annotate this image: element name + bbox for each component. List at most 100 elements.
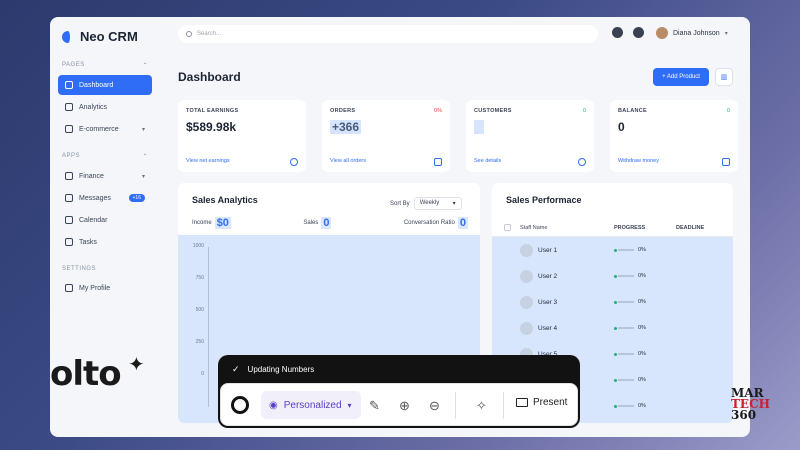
sort-select[interactable]: Weekly ▾: [413, 197, 462, 210]
status-text: Updating Numbers: [247, 365, 315, 374]
dollar-icon: [290, 158, 298, 166]
y-tick: 750: [195, 275, 204, 281]
search-input[interactable]: Search...: [178, 25, 598, 43]
user-icon: [65, 284, 73, 292]
olto-icon[interactable]: [231, 396, 249, 414]
col-progress[interactable]: PROGRESS: [614, 225, 645, 231]
sidebar-item-label: Analytics: [79, 103, 108, 111]
brand[interactable]: Neo CRM: [62, 29, 148, 44]
y-axis: [208, 247, 209, 407]
sidebar-item-label: Dashboard: [79, 81, 114, 89]
status-dot: [614, 248, 617, 252]
table-row[interactable]: User 2 0%: [492, 263, 733, 289]
stat-value: 0: [321, 217, 332, 229]
divider: [503, 392, 504, 419]
sidebar-item-label: Finance: [79, 172, 104, 180]
plus-circle-icon[interactable]: ⊕: [399, 398, 410, 414]
card-label: BALANCE: [618, 108, 647, 114]
sidebar-item-profile[interactable]: My Profile: [58, 278, 152, 298]
bar-chart-icon: ▥: [720, 74, 728, 81]
chevron-down-icon: ▾: [141, 126, 145, 133]
mode-dropdown[interactable]: ◉ Personalized ▾: [261, 391, 361, 419]
card-link[interactable]: Withdraw money: [618, 158, 659, 164]
minus-circle-icon[interactable]: ⊖: [429, 398, 440, 414]
sparkles-icon[interactable]: ✧: [476, 398, 487, 414]
table-header: Staff Name PROGRESS DEADLINE: [492, 219, 733, 237]
present-button[interactable]: Present: [516, 397, 567, 408]
collapse-icon[interactable]: ⌃: [142, 62, 148, 69]
avatar: [520, 243, 533, 257]
card-value: 0: [618, 120, 625, 134]
sidebar-item-label: E-commerce: [79, 125, 119, 133]
status-dot: [614, 352, 617, 356]
progress-bar: [618, 405, 634, 407]
avatar: [520, 295, 533, 309]
progress-bar: [618, 379, 634, 381]
card-value: +366: [330, 120, 362, 134]
staff-name: User 1: [538, 246, 558, 254]
sidebar-item-calendar[interactable]: Calendar: [58, 210, 152, 230]
card-link[interactable]: See details: [474, 158, 501, 164]
notification-icon[interactable]: [612, 27, 623, 38]
card-label: TOTAL EARNINGS: [186, 108, 239, 114]
avatar: [520, 269, 533, 283]
table-row[interactable]: User 4 0%: [492, 315, 733, 341]
stat-label: Income: [192, 220, 212, 226]
divider: [455, 392, 456, 419]
card-total-earnings: TOTAL EARNINGS $589.98k View net earning…: [178, 100, 306, 172]
progress-value: 0%: [638, 351, 646, 357]
progress-bar: [618, 353, 634, 355]
sort-value: Weekly: [419, 200, 440, 206]
select-all-checkbox[interactable]: [504, 224, 511, 231]
user-menu[interactable]: Diana Johnson ▾: [656, 27, 728, 39]
sidebar-item-messages[interactable]: Messages +16: [58, 188, 152, 208]
sidebar-item-analytics[interactable]: Analytics: [58, 97, 152, 117]
add-product-button[interactable]: + Add Product: [653, 68, 709, 86]
mode-label: Personalized: [283, 399, 342, 411]
card-pct: 0: [582, 108, 586, 114]
progress-value: 0%: [638, 403, 646, 409]
card-link[interactable]: View all orders: [330, 158, 366, 164]
monitor-icon: [516, 398, 528, 407]
chart-view-button[interactable]: ▥: [715, 68, 733, 86]
section-pages: PAGES ⌃: [62, 62, 148, 69]
top-icons: [612, 27, 644, 38]
bag-icon: [434, 158, 442, 166]
sidebar-item-dashboard[interactable]: Dashboard: [58, 75, 152, 95]
stat-value: 0: [457, 217, 468, 229]
messages-badge: +16: [128, 194, 145, 202]
user-icon: [578, 158, 586, 166]
status-dot: [614, 326, 617, 330]
status-dot: [614, 300, 617, 304]
status-dot: [614, 378, 617, 382]
chevron-down-icon: ▾: [452, 201, 456, 207]
magic-wand-icon[interactable]: ✎: [369, 398, 380, 414]
collapse-icon[interactable]: ⌃: [142, 153, 148, 160]
stat-label: Conversation Ratio: [403, 220, 455, 226]
table-row[interactable]: User 1 0%: [492, 237, 733, 263]
table-row[interactable]: User 3 0%: [492, 289, 733, 315]
card-value: [474, 120, 484, 134]
sidebar-item-tasks[interactable]: Tasks: [58, 232, 152, 252]
sort-label: Sort By: [390, 200, 410, 207]
col-deadline: DEADLINE: [676, 224, 705, 231]
info-icon[interactable]: [633, 27, 644, 38]
chevron-down-icon: ▾: [141, 173, 145, 180]
stat-sales: Sales 0: [303, 217, 332, 229]
progress-value: 0%: [638, 325, 646, 331]
sidebar-item-label: Calendar: [79, 216, 108, 224]
progress-value: 0%: [638, 273, 646, 279]
staff-name: User 3: [538, 298, 558, 306]
stat-income: Income $0: [192, 217, 231, 229]
status-dot: [614, 274, 617, 278]
section-apps-label: APPS: [62, 153, 81, 159]
card-label: CUSTOMERS: [474, 108, 512, 114]
card-link[interactable]: View net earnings: [186, 158, 230, 164]
sparkle-icon: ✦: [128, 354, 145, 376]
sidebar-item-ecommerce[interactable]: E-commerce ▾: [58, 119, 152, 139]
staff-name: User 4: [538, 324, 558, 332]
sidebar-item-finance[interactable]: Finance ▾: [58, 166, 152, 186]
martech-line3: 360: [731, 408, 757, 422]
page-title: Dashboard: [178, 70, 241, 84]
martech360-logo: MAR TECH 360: [731, 387, 770, 422]
